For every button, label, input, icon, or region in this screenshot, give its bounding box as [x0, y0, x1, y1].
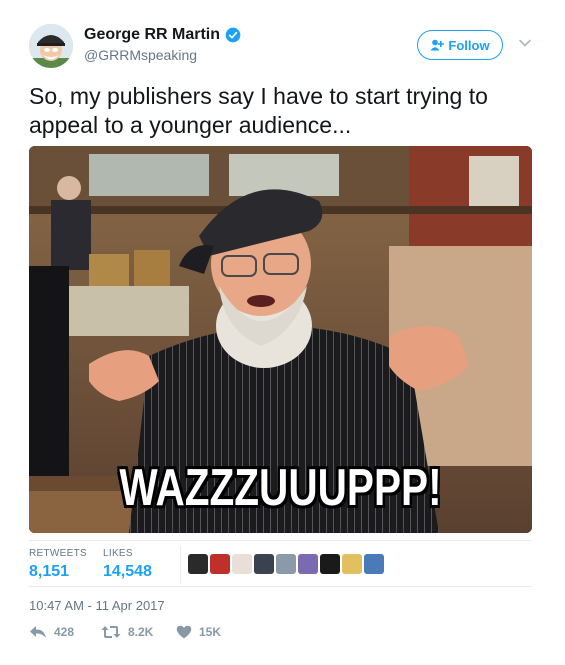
tweet-actions: 428 8.2K 15K [29, 625, 221, 639]
liker-avatar[interactable] [298, 554, 318, 574]
likes-stat[interactable]: LIKES 14,548 [103, 548, 152, 581]
retweet-count: 8.2K [128, 625, 154, 639]
tweet-media-image[interactable]: WAZZZUUUPPP! [29, 146, 532, 533]
liker-avatar[interactable] [232, 554, 252, 574]
divider-top [29, 540, 532, 541]
heart-icon [176, 625, 192, 639]
liker-avatar[interactable] [210, 554, 230, 574]
like-button[interactable]: 15K [176, 625, 221, 639]
tweet-text: So, my publishers say I have to start tr… [29, 83, 488, 138]
liker-avatar[interactable] [276, 554, 296, 574]
stats-separator [180, 546, 181, 584]
like-count: 15K [199, 625, 222, 639]
verified-badge-icon [225, 27, 241, 43]
author-handle[interactable]: @GRRMspeaking [84, 47, 197, 63]
reply-count: 428 [54, 625, 75, 639]
retweets-count: 8,151 [29, 563, 70, 580]
follow-button-label: Follow [448, 37, 490, 53]
user-avatar[interactable] [29, 24, 73, 68]
likes-label: LIKES [103, 548, 133, 559]
divider-middle [29, 586, 532, 587]
likers-avatar-row [188, 554, 384, 574]
liker-avatar[interactable] [364, 554, 384, 574]
avatar-image [29, 24, 73, 68]
follow-button[interactable]: Follow [417, 30, 503, 60]
author-name-row[interactable]: George RR Martin [84, 26, 241, 44]
liker-avatar[interactable] [188, 554, 208, 574]
liker-avatar[interactable] [254, 554, 274, 574]
liker-avatar[interactable] [320, 554, 340, 574]
retweets-label: RETWEETS [29, 548, 87, 559]
add-user-icon [430, 39, 445, 51]
retweets-stat[interactable]: RETWEETS 8,151 [29, 548, 87, 581]
media-caption: WAZZZUUUPPP! [119, 459, 442, 517]
chevron-down-icon[interactable] [518, 36, 532, 50]
reply-icon [30, 626, 46, 638]
tweet-timestamp[interactable]: 10:47 AM - 11 Apr 2017 [29, 598, 165, 613]
liker-avatar[interactable] [342, 554, 362, 574]
author-name[interactable]: George RR Martin [84, 26, 220, 44]
reply-button[interactable]: 428 [29, 625, 101, 639]
retweet-button[interactable]: 8.2K [101, 625, 176, 639]
likes-count: 14,548 [103, 563, 152, 580]
retweet-icon [101, 626, 121, 638]
